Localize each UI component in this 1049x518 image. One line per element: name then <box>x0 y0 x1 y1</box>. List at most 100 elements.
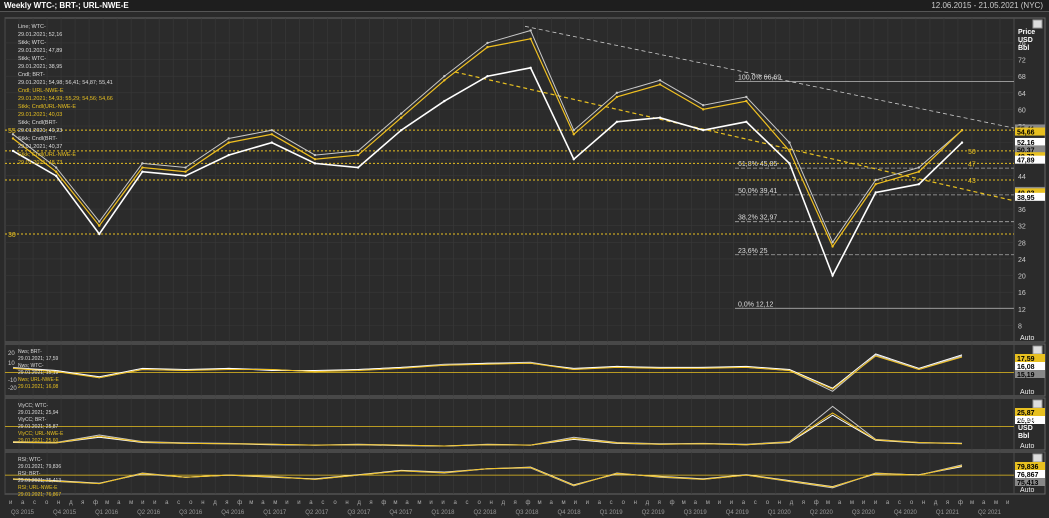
chart-svg: 76726864605652484440363228242016128Price… <box>4 17 1046 516</box>
month-tick-label: м <box>538 500 542 506</box>
rsi-value-tag-label: 76,867 <box>1017 472 1039 479</box>
quarter-tick-label: Q1 2019 <box>600 510 624 516</box>
month-tick-label: ф <box>526 500 531 506</box>
month-tick-label: я <box>514 500 517 506</box>
month-tick-label: д <box>213 500 217 506</box>
series-urals-line-point <box>356 153 360 157</box>
month-tick-label: д <box>790 500 794 506</box>
month-tick-label: и <box>874 500 877 506</box>
month-tick-label: и <box>141 500 144 506</box>
series-urals-line-point <box>658 83 662 86</box>
quarter-tick-label: Q4 2016 <box>221 510 245 516</box>
price-legend-entry: Stkk; WTC- <box>18 40 46 46</box>
series-urals-line-point <box>486 45 489 49</box>
fib-label: 23,6% 25 <box>738 248 768 255</box>
month-tick-label: м <box>393 500 397 506</box>
series-brt-line-point <box>11 133 15 136</box>
series-wtc-line-point <box>356 166 360 169</box>
month-tick-label: м <box>826 500 830 506</box>
series-brt-line-point <box>227 137 230 140</box>
spread-tick-label: -10 <box>8 378 17 384</box>
series-wtc-line-point <box>615 120 619 124</box>
series-brt-line-point <box>831 241 834 244</box>
month-tick-label: о <box>189 500 193 506</box>
quarter-tick-label: Q4 2020 <box>894 510 918 516</box>
month-tick-label: а <box>261 500 265 506</box>
price-tick-label: 12 <box>1018 307 1026 314</box>
month-tick-label: а <box>21 500 25 506</box>
quarter-tick-label: Q1 2021 <box>936 510 960 516</box>
series-wtc-line-point <box>874 191 877 194</box>
month-tick-label: н <box>634 500 637 506</box>
price-legend-entry: 29.01.2021; 47,89 <box>18 48 62 54</box>
price-tick-label: 16 <box>1018 290 1026 297</box>
month-tick-label: я <box>369 500 372 506</box>
quarter-tick-label: Q1 2018 <box>431 510 455 516</box>
month-tick-label: и <box>1006 500 1009 506</box>
series-wtc-line-point <box>960 141 964 144</box>
spread-legend-entry: Nws; URL-NWE-E <box>18 377 59 383</box>
volatility-legend-entry: VlyCC; URL-NWE-E <box>18 431 64 437</box>
month-tick-label: и <box>586 500 589 506</box>
series-brt-line-point <box>615 91 619 94</box>
series-brt-line-point <box>270 128 274 132</box>
rsi-auto-button: Auto <box>1020 487 1035 494</box>
quarter-tick-label: Q3 2019 <box>684 510 708 516</box>
quarter-tick-label: Q2 2020 <box>810 510 834 516</box>
month-tick-label: м <box>562 500 566 506</box>
month-tick-label: м <box>994 500 998 506</box>
quarter-tick-label: Q2 2019 <box>642 510 666 516</box>
price-legend-entry: 29.01.2021; 52,16 <box>18 32 62 38</box>
month-tick-label: и <box>285 500 288 506</box>
month-tick-label: м <box>249 500 253 506</box>
series-urals-line-point <box>270 133 274 136</box>
month-tick-label: ф <box>958 500 963 506</box>
month-tick-label: а <box>886 500 890 506</box>
month-tick-label: м <box>706 500 710 506</box>
quarter-tick-label: Q4 2018 <box>558 510 582 516</box>
month-tick-label: о <box>45 500 49 506</box>
price-legend-entry: 29.01.2021; 38,95 <box>18 64 62 70</box>
month-tick-label: н <box>922 500 925 506</box>
series-wtc-line-point <box>745 120 748 124</box>
fib-label: 38,2% 32,97 <box>738 215 777 222</box>
volatility-legend-entry: VlyCC; WTC- <box>18 403 48 409</box>
rsi-legend-entry: RSI; WTC- <box>18 457 42 463</box>
month-tick-label: о <box>477 500 481 506</box>
series-wtc-line-point <box>98 232 101 236</box>
series-brt-line-point <box>874 178 877 182</box>
month-tick-label: я <box>658 500 661 506</box>
fib-label: 50,0% 39,41 <box>738 188 777 195</box>
price-axis-title: USD <box>1018 37 1033 44</box>
price-tick-label: 28 <box>1018 240 1026 247</box>
series-brt-line-point <box>54 166 58 169</box>
series-urals-line-point <box>572 133 575 136</box>
month-tick-label: с <box>177 500 180 506</box>
month-tick-label: д <box>934 500 938 506</box>
series-urals-line-point <box>831 245 834 248</box>
month-tick-label: м <box>129 500 133 506</box>
volatility-axis-title: Bbl <box>1018 433 1029 440</box>
month-tick-label: и <box>862 500 865 506</box>
month-tick-label: о <box>910 500 914 506</box>
series-urals-line-point <box>529 37 532 40</box>
chart-area[interactable]: 76726864605652484440363228242016128Price… <box>0 12 1049 518</box>
series-brt-line-point <box>141 162 144 165</box>
rsi-legend-entry: 29.01.2021; 76,867 <box>18 492 61 498</box>
month-tick-label: а <box>165 500 169 506</box>
spread-value-tag-label: 16,08 <box>1017 364 1035 371</box>
maximize-icon <box>1032 345 1043 355</box>
series-wtc-line-point <box>400 128 403 132</box>
month-tick-label: ф <box>814 500 819 506</box>
series-brt-line-point <box>443 74 446 78</box>
quarter-tick-label: Q1 2017 <box>263 510 287 516</box>
series-urals-line-point <box>54 170 58 173</box>
month-tick-label: н <box>57 500 60 506</box>
month-tick-label: м <box>273 500 277 506</box>
series-brt-line-point <box>486 41 489 45</box>
volatility-value-tag-label: 25,87 <box>1017 410 1035 417</box>
quarter-tick-label: Q4 2015 <box>53 510 77 516</box>
series-brt-line-point <box>356 149 360 153</box>
month-tick-label: м <box>850 500 854 506</box>
month-tick-label: н <box>345 500 348 506</box>
